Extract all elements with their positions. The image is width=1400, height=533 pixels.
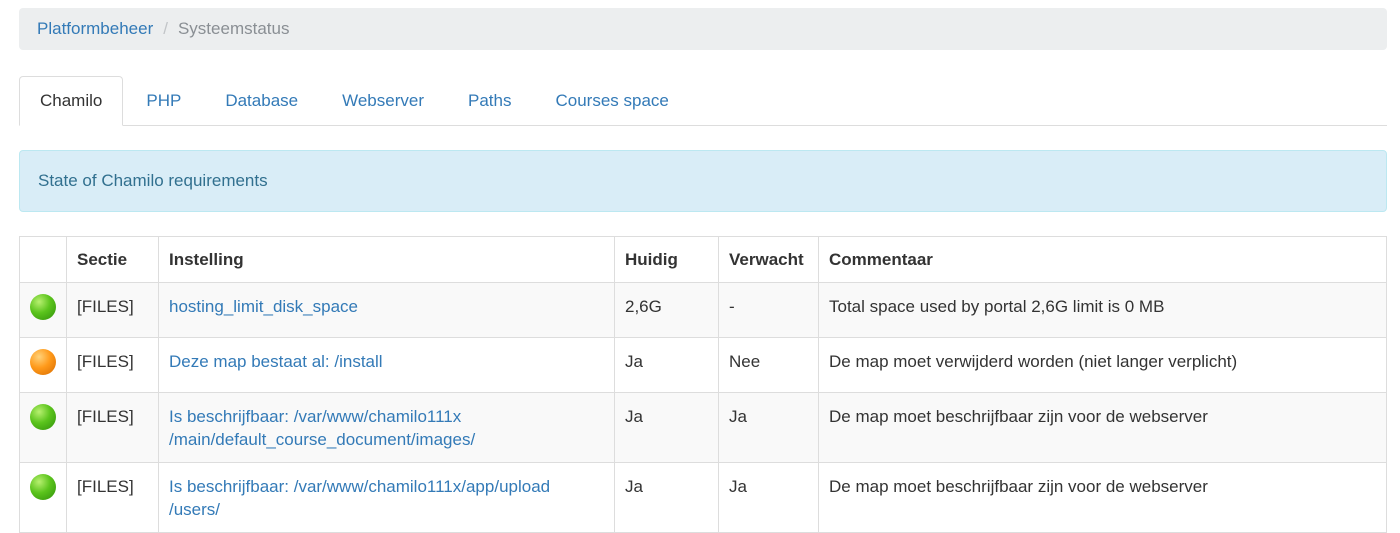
alert-text: State of Chamilo requirements: [38, 171, 268, 190]
setting-link[interactable]: Is beschrijfbaar: /var/www/chamilo111x /…: [169, 407, 475, 449]
tab-bar: Chamilo PHP Database Webserver Paths Cou…: [19, 76, 1387, 126]
current-cell: 2,6G: [614, 282, 719, 338]
info-alert: State of Chamilo requirements: [19, 150, 1387, 212]
current-cell: Ja: [614, 462, 719, 533]
tab-paths[interactable]: Paths: [447, 76, 532, 126]
table-row: [FILES] Is beschrijfbaar: /var/www/chami…: [19, 392, 1387, 463]
tab-courses-space[interactable]: Courses space: [534, 76, 689, 126]
section-cell: [FILES]: [66, 337, 159, 393]
current-cell: Ja: [614, 392, 719, 463]
status-cell: [19, 337, 67, 393]
setting-cell: Deze map bestaat al: /install: [158, 337, 615, 393]
table-row: [FILES] Deze map bestaat al: /install Ja…: [19, 337, 1387, 393]
setting-link[interactable]: Deze map bestaat al: /install: [169, 352, 383, 371]
setting-cell: Is beschrijfbaar: /var/www/chamilo111x/a…: [158, 462, 615, 533]
header-verwacht: Verwacht: [718, 236, 819, 283]
comment-cell: De map moet beschrijfbaar zijn voor de w…: [818, 392, 1387, 463]
status-warning-icon: [30, 349, 56, 375]
table-row: [FILES] Is beschrijfbaar: /var/www/chami…: [19, 462, 1387, 533]
setting-cell: hosting_limit_disk_space: [158, 282, 615, 338]
requirements-table: Sectie Instelling Huidig Verwacht Commen…: [19, 236, 1387, 533]
tab-webserver[interactable]: Webserver: [321, 76, 445, 126]
header-sectie: Sectie: [66, 236, 159, 283]
status-ok-icon: [30, 404, 56, 430]
section-cell: [FILES]: [66, 392, 159, 463]
tab-database[interactable]: Database: [204, 76, 319, 126]
comment-cell: De map moet beschrijfbaar zijn voor de w…: [818, 462, 1387, 533]
expected-cell: Ja: [718, 392, 819, 463]
expected-cell: Ja: [718, 462, 819, 533]
header-instelling: Instelling: [158, 236, 615, 283]
header-commentaar: Commentaar: [818, 236, 1387, 283]
section-cell: [FILES]: [66, 462, 159, 533]
setting-link[interactable]: Is beschrijfbaar: /var/www/chamilo111x/a…: [169, 477, 550, 519]
status-cell: [19, 462, 67, 533]
setting-cell: Is beschrijfbaar: /var/www/chamilo111x /…: [158, 392, 615, 463]
table-header-row: Sectie Instelling Huidig Verwacht Commen…: [19, 236, 1387, 283]
expected-cell: -: [718, 282, 819, 338]
breadcrumb-separator: /: [163, 19, 168, 38]
expected-cell: Nee: [718, 337, 819, 393]
comment-cell: Total space used by portal 2,6G limit is…: [818, 282, 1387, 338]
breadcrumb-current: Systeemstatus: [177, 19, 290, 38]
status-cell: [19, 282, 67, 338]
tab-chamilo[interactable]: Chamilo: [19, 76, 124, 126]
breadcrumb-platformbeheer-link[interactable]: Platformbeheer: [37, 19, 153, 39]
breadcrumb: Platformbeheer / Systeemstatus: [19, 8, 1387, 50]
table-row: [FILES] hosting_limit_disk_space 2,6G - …: [19, 282, 1387, 338]
header-status: [19, 236, 67, 283]
comment-cell: De map moet verwijderd worden (niet lang…: [818, 337, 1387, 393]
status-ok-icon: [30, 474, 56, 500]
header-huidig: Huidig: [614, 236, 719, 283]
status-ok-icon: [30, 294, 56, 320]
setting-link[interactable]: hosting_limit_disk_space: [169, 297, 358, 316]
tab-php[interactable]: PHP: [125, 76, 202, 126]
status-cell: [19, 392, 67, 463]
section-cell: [FILES]: [66, 282, 159, 338]
current-cell: Ja: [614, 337, 719, 393]
